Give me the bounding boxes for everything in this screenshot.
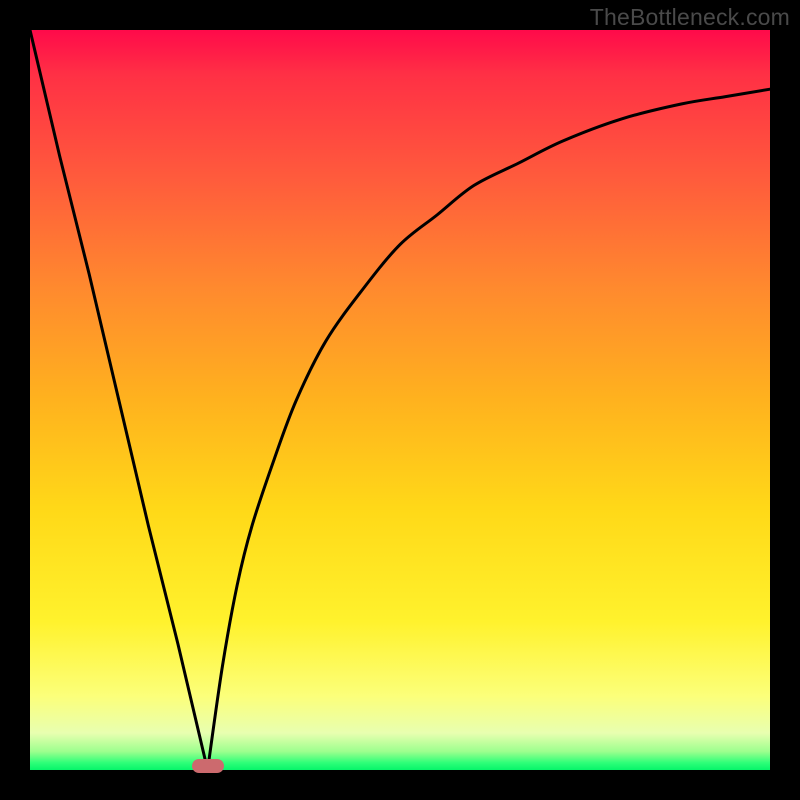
minimum-marker bbox=[192, 759, 224, 773]
bottleneck-curve bbox=[30, 30, 770, 770]
curve-right-branch bbox=[208, 89, 770, 770]
watermark-text: TheBottleneck.com bbox=[590, 4, 790, 31]
curve-left-branch bbox=[30, 30, 208, 770]
plot-frame bbox=[30, 30, 770, 770]
